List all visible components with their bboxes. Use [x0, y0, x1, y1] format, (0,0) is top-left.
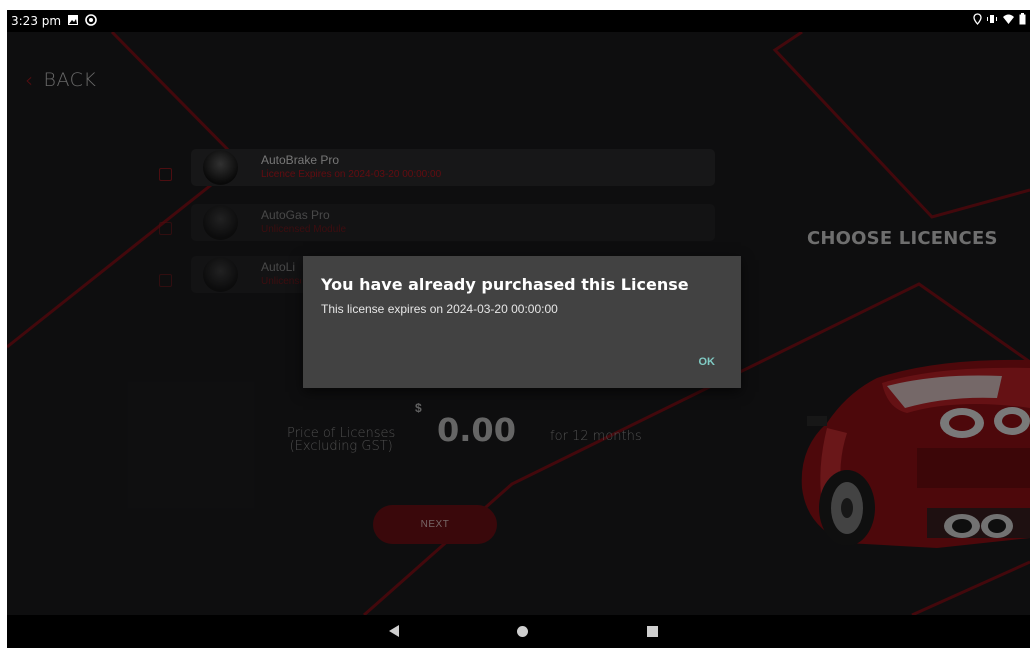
wifi-icon — [1002, 13, 1015, 28]
nav-back-icon[interactable] — [389, 625, 399, 637]
status-time: 3:23 pm — [11, 14, 62, 28]
navigation-bar — [7, 615, 1030, 648]
sync-notification-icon — [85, 14, 97, 26]
dialog-message: This license expires on 2024-03-20 00:00… — [321, 302, 558, 316]
status-icons — [973, 13, 1026, 28]
nav-recents-icon[interactable] — [647, 626, 658, 637]
license-dialog: You have already purchased this License … — [303, 256, 741, 388]
status-bar: 3:23 pm — [7, 10, 1030, 32]
ok-button[interactable]: OK — [699, 356, 716, 368]
image-notification-icon — [67, 14, 79, 26]
nav-home-icon[interactable] — [517, 626, 528, 637]
location-icon — [973, 13, 982, 28]
app-screen: 3:23 pm ‹ BACK CHOOSE LICENCES AutoBrake… — [7, 10, 1030, 648]
vibrate-icon — [986, 13, 998, 28]
dialog-title: You have already purchased this License — [321, 275, 689, 294]
battery-icon — [1019, 13, 1026, 28]
